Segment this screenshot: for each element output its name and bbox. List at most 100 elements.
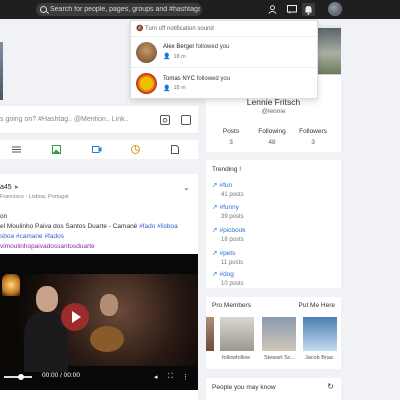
user-profile-icon[interactable] [266,3,279,16]
notifications-header[interactable]: Turn off notification sound [145,26,214,32]
settings-icon[interactable]: ⋮ [182,373,189,381]
search-bar[interactable] [36,3,202,16]
search-input[interactable] [50,6,200,13]
stat-value: 48 [268,139,276,146]
profile-handle: @lennie [261,108,286,115]
stat-value: 3 [311,139,315,146]
notification-time: 18 m [173,53,186,60]
notifications-bell-icon[interactable] [302,3,315,16]
trending-count: 41 posts [221,192,244,198]
pro-member-name[interactable]: followfollow [222,355,256,361]
stat-label: Following [258,128,286,135]
stat-label: Followers [299,128,327,135]
post-author-name[interactable]: a45 [0,184,12,191]
trending-item[interactable]: ↗ #funny 39 posts [212,203,332,220]
avatar[interactable] [136,73,157,94]
trending-tag[interactable]: #pets [219,250,235,257]
hashtag-link[interactable]: vimoulinhopaivadossantosduarte [0,243,95,250]
singer-face [36,286,58,312]
mute-notifications-toggle[interactable]: 🔕 Turn off notification sound [131,21,317,37]
user-avatar[interactable] [328,2,342,16]
pro-member-name[interactable]: Stewart Sc... [264,355,298,361]
post-body: on el Moulinho Paiva dos Santos Duarte -… [0,212,198,252]
pro-members-title: Pro Members [212,302,252,309]
video-time: 00:00 / 00:00 [42,372,80,379]
trending-count: 10 posts [221,281,244,287]
camera-icon[interactable] [160,115,170,125]
post-location: Francisco · Lisboa, Portugal [0,194,69,200]
messages-icon[interactable] [285,3,298,16]
people-title: People you may know [212,384,276,391]
chevron-down-icon[interactable]: ⌄ [183,183,190,192]
video-player[interactable]: 00:00 / 00:00 ◂ ⛶ ⋮ [0,254,198,390]
search-icon [40,6,47,13]
pro-member-photo[interactable] [220,317,254,351]
trend-arrow-icon: ↗ [212,250,218,257]
trending-count: 11 posts [221,260,244,266]
guitar-graphic [90,326,124,352]
page-background-right [341,19,400,400]
play-button[interactable] [61,303,89,331]
stat-value: 3 [229,139,233,146]
post-author[interactable]: a45 ➤ [0,184,19,191]
trend-arrow-icon: ↗ [212,182,218,189]
poll-icon[interactable] [131,145,140,154]
speaker-icon[interactable]: ◂ [154,373,158,381]
stat-label: Posts [222,128,240,135]
trending-tag[interactable]: #dog [219,271,233,278]
notification-item[interactable]: Tomas NYC followed you 👤 18 m [131,68,317,99]
avatar[interactable] [136,41,157,63]
fullscreen-icon[interactable]: ⛶ [168,373,173,381]
stat-following[interactable]: Following 48 [252,128,292,146]
video-controls: 00:00 / 00:00 ◂ ⛶ ⋮ [0,370,198,384]
story-thumbnail[interactable] [0,42,3,100]
volume-slider-handle[interactable] [18,374,24,380]
hashtag-link[interactable]: sboa #camane #fados [0,233,64,240]
trending-item[interactable]: ↗ #dog 10 posts [212,270,332,287]
post-composer[interactable]: s going on? #Hashtag.. @Mention.. Link.. [0,106,198,134]
pro-member-photo[interactable] [206,317,214,351]
document-icon[interactable] [171,145,180,154]
put-me-here-link[interactable]: Put Me Here [299,302,336,309]
refresh-icon[interactable]: ↻ [327,382,334,391]
people-you-may-know-panel: People you may know ↻ [206,378,341,400]
photo-icon[interactable] [52,145,61,154]
pro-member-photo[interactable] [262,317,296,351]
notifications-dropdown: 🔕 Turn off notification sound Alex Berge… [130,20,318,99]
cover-photo[interactable] [318,28,341,74]
trending-tag[interactable]: #fun [219,182,232,189]
stat-posts[interactable]: Posts 3 [211,128,251,146]
hashtag-link[interactable]: #fado #lisboa [139,223,178,230]
notification-action: followed you [196,75,231,82]
trending-item[interactable]: ↗ #picbook 18 posts [212,226,332,243]
trending-item[interactable]: ↗ #pets 11 posts [212,249,332,266]
notification-user-name[interactable]: Alex Berger [163,44,194,50]
trending-title: Trending ! [212,166,242,173]
user-follow-icon: 👤 [163,54,171,60]
pro-members-panel: Pro Members Put Me Here followfollow Ste… [206,297,341,369]
post-text-line: el Moulinho Paiva dos Santos Duarte - Ca… [0,223,140,230]
filter-icon[interactable] [12,145,21,154]
trending-item[interactable]: ↗ #fun 41 posts [212,181,332,198]
composer-placeholder[interactable]: s going on? #Hashtag.. @Mention.. Link.. [0,116,129,123]
trending-tag[interactable]: #funny [219,204,239,211]
location-pin-icon: ➤ [13,185,19,191]
pro-member-name[interactable]: Jacob Braa [305,355,339,361]
image-upload-icon[interactable] [181,115,191,125]
video-frame [0,274,198,372]
notification-item[interactable]: Alex Berger followed you 👤 18 m [131,37,317,68]
pro-member-photo[interactable] [303,317,337,351]
bell-off-icon: 🔕 [136,25,144,32]
notification-user-name[interactable]: Tomas NYC [163,76,195,82]
trending-count: 18 posts [221,237,244,243]
post-text-line: on [0,213,8,220]
lamp-graphic [2,274,20,296]
trending-tag[interactable]: #picbook [219,227,245,234]
stat-followers[interactable]: Followers 3 [293,128,333,146]
user-follow-icon: 👤 [163,85,171,92]
trend-arrow-icon: ↗ [212,271,218,278]
video-icon[interactable] [92,145,102,154]
guitarist-face [100,294,118,316]
notification-action: followed you [196,44,230,50]
notification-time: 18 m [173,85,186,91]
